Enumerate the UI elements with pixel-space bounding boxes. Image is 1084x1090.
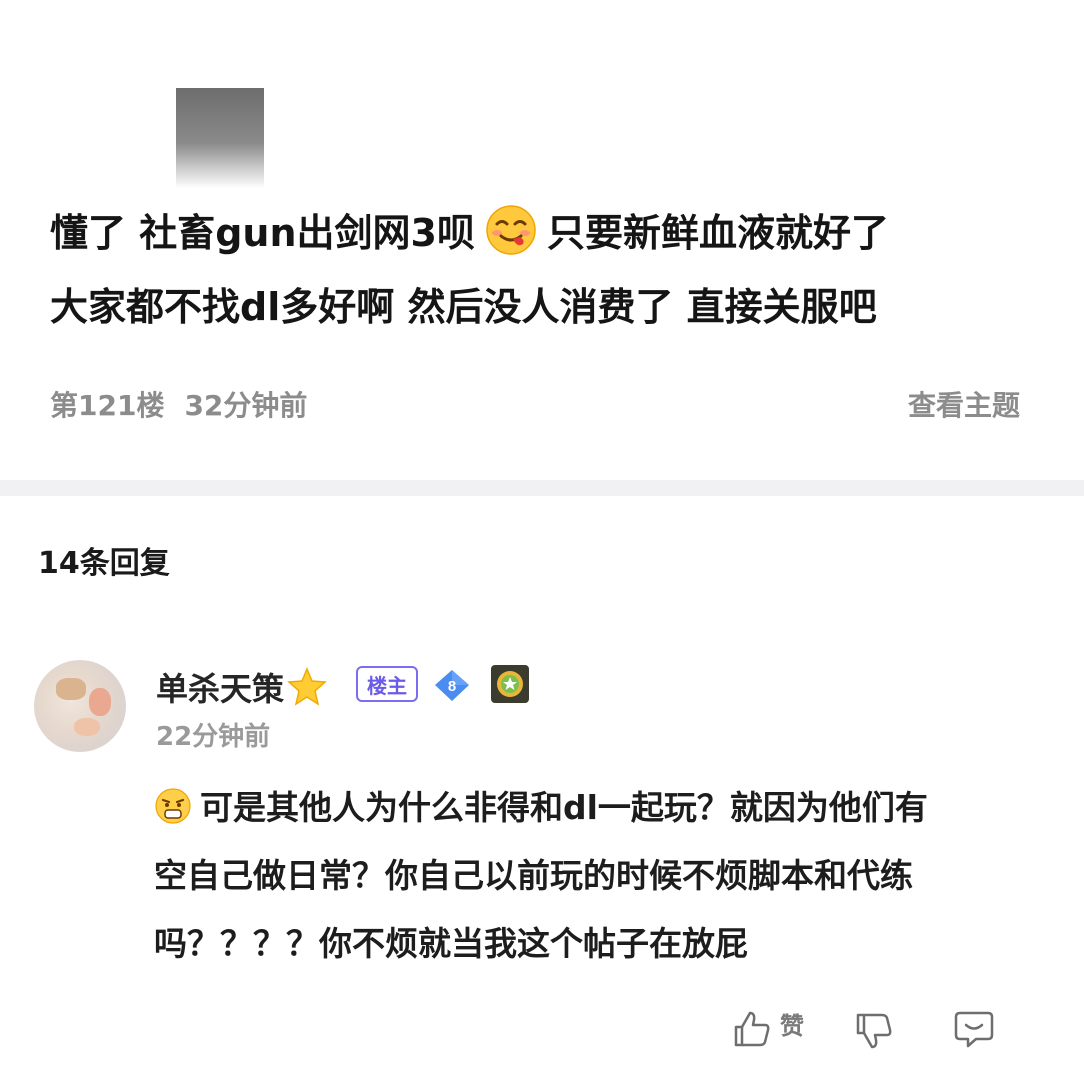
comment-icon: [954, 1011, 994, 1048]
reply-count-heading: 14条回复: [38, 546, 170, 581]
reply-line-1-text: 可是其他人为什么非得和dl一起玩？就因为他们有: [200, 788, 928, 827]
scared-face-icon: [155, 788, 191, 824]
floor-number: 第121楼: [50, 389, 165, 422]
post-line-2: 大家都不找dl多好啊 然后没人消费了 直接关服吧: [50, 285, 877, 329]
level-number: 8: [448, 678, 456, 695]
post-line-1-text-a: 懂了 社畜gun出剑网3呗: [50, 211, 475, 255]
reply-actions: 赞: [730, 1004, 996, 1054]
reply-line-2: 空自己做日常？你自己以前玩的时候不烦脚本和代练: [154, 856, 913, 895]
avatar-shape: [89, 688, 111, 716]
post-meta: 第121楼 32分钟前: [50, 384, 307, 424]
reply-line-1: 可是其他人为什么非得和dl一起玩？就因为他们有: [154, 774, 1054, 842]
thumbs-down-icon: [856, 1013, 892, 1049]
reply-line-3: 吗？？？？你不烦就当我这个帖子在放屁: [154, 924, 748, 963]
avatar-shape: [74, 718, 100, 736]
post-time: 32分钟前: [184, 389, 308, 422]
level-diamond-icon: 8: [435, 670, 469, 701]
comment-button[interactable]: [952, 1007, 996, 1051]
like-button[interactable]: 赞: [730, 1006, 804, 1053]
post-line-1: 懂了 社畜gun出剑网3呗 只要新鲜血液就好了: [50, 196, 1050, 270]
post-line-1-text-b: 只要新鲜血液就好了: [546, 211, 889, 255]
avatar-shape: [56, 678, 86, 700]
reply-username[interactable]: 单杀天策: [156, 664, 328, 710]
star-icon: [287, 667, 327, 706]
avatar[interactable]: [34, 660, 126, 752]
owner-badge: 楼主: [356, 666, 418, 702]
like-label: 赞: [780, 1011, 804, 1040]
dislike-button[interactable]: [852, 1007, 896, 1051]
blurred-image: [176, 88, 264, 188]
yum-face-icon: [486, 205, 536, 255]
thumbs-up-icon: [734, 1011, 770, 1047]
section-divider: [0, 480, 1084, 496]
medal-icon: [491, 665, 529, 703]
view-topic-link[interactable]: 查看主题: [908, 384, 1020, 424]
post-card: 懂了 社畜gun出剑网3呗 只要新鲜血液就好了 大家都不找dl多好啊 然后没人消…: [0, 0, 1084, 480]
reply-time: 22分钟前: [156, 722, 271, 752]
username-text: 单杀天策: [156, 670, 285, 708]
reply-content: 可是其他人为什么非得和dl一起玩？就因为他们有 空自己做日常？你自己以前玩的时候…: [154, 774, 1054, 978]
post-content: 懂了 社畜gun出剑网3呗 只要新鲜血液就好了 大家都不找dl多好啊 然后没人消…: [50, 196, 1050, 344]
